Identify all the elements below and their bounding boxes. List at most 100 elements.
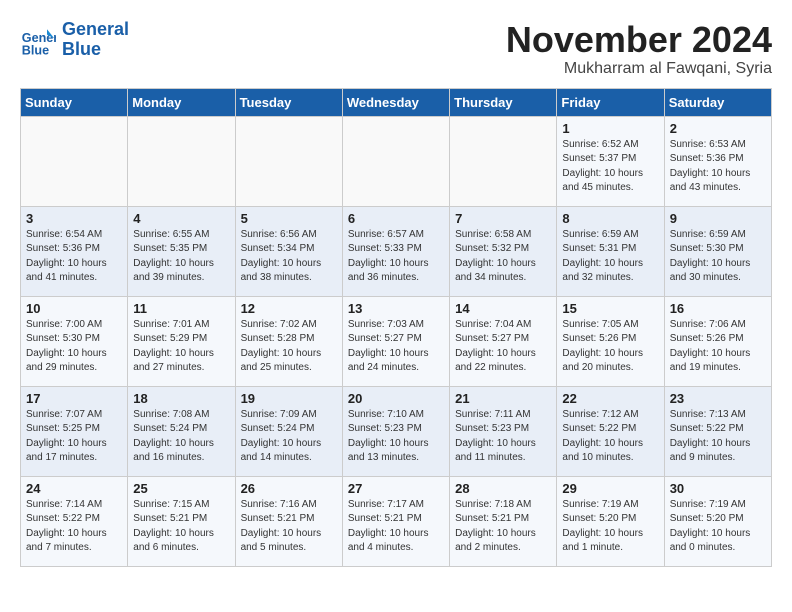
svg-text:Blue: Blue: [22, 43, 49, 57]
day-info: Sunrise: 7:09 AM Sunset: 5:24 PM Dayligh…: [241, 408, 337, 466]
day-number: 7: [455, 211, 551, 226]
calendar-day-19: 19 Sunrise: 7:09 AM Sunset: 5:24 PM Dayli…: [235, 386, 342, 476]
calendar-day-27: 27 Sunrise: 7:17 AM Sunset: 5:21 PM Dayli…: [342, 476, 449, 566]
calendar-day-5: 5 Sunrise: 6:56 AM Sunset: 5:34 PM Daylig…: [235, 206, 342, 296]
day-info: Sunrise: 7:13 AM Sunset: 5:22 PM Dayligh…: [670, 408, 766, 466]
calendar-day-empty: [450, 116, 557, 206]
day-info: Sunrise: 6:52 AM Sunset: 5:37 PM Dayligh…: [562, 138, 658, 196]
calendar-table: SundayMondayTuesdayWednesdayThursdayFrid…: [20, 88, 772, 567]
day-info: Sunrise: 6:54 AM Sunset: 5:36 PM Dayligh…: [26, 228, 122, 286]
title-block: November 2024 Mukharram al Fawqani, Syri…: [506, 20, 772, 78]
day-info: Sunrise: 7:19 AM Sunset: 5:20 PM Dayligh…: [562, 498, 658, 556]
day-number: 1: [562, 121, 658, 136]
page-header: General Blue General Blue November 2024 …: [20, 20, 772, 78]
calendar-day-10: 10 Sunrise: 7:00 AM Sunset: 5:30 PM Dayli…: [21, 296, 128, 386]
calendar-day-29: 29Sunrise: 7:19 AM Sunset: 5:20 PM Dayli…: [557, 476, 664, 566]
calendar-day-14: 14Sunrise: 7:04 AM Sunset: 5:27 PM Dayli…: [450, 296, 557, 386]
calendar-week-row: 1 Sunrise: 6:52 AM Sunset: 5:37 PM Daylig…: [21, 116, 772, 206]
day-number: 28: [455, 481, 551, 496]
day-info: Sunrise: 7:00 AM Sunset: 5:30 PM Dayligh…: [26, 318, 122, 376]
calendar-day-8: 8 Sunrise: 6:59 AM Sunset: 5:31 PM Daylig…: [557, 206, 664, 296]
weekday-header-sunday: Sunday: [21, 88, 128, 116]
day-number: 19: [241, 391, 337, 406]
day-info: Sunrise: 6:56 AM Sunset: 5:34 PM Dayligh…: [241, 228, 337, 286]
day-number: 2: [670, 121, 766, 136]
day-number: 14: [455, 301, 551, 316]
calendar-day-empty: [342, 116, 449, 206]
day-info: Sunrise: 6:57 AM Sunset: 5:33 PM Dayligh…: [348, 228, 444, 286]
day-info: Sunrise: 7:19 AM Sunset: 5:20 PM Dayligh…: [670, 498, 766, 556]
day-info: Sunrise: 6:55 AM Sunset: 5:35 PM Dayligh…: [133, 228, 229, 286]
day-info: Sunrise: 7:05 AM Sunset: 5:26 PM Dayligh…: [562, 318, 658, 376]
day-number: 8: [562, 211, 658, 226]
day-number: 6: [348, 211, 444, 226]
day-info: Sunrise: 7:18 AM Sunset: 5:21 PM Dayligh…: [455, 498, 551, 556]
day-number: 5: [241, 211, 337, 226]
calendar-day-empty: [128, 116, 235, 206]
day-number: 16: [670, 301, 766, 316]
calendar-title: November 2024: [506, 20, 772, 60]
calendar-week-row: 17Sunrise: 7:07 AM Sunset: 5:25 PM Dayli…: [21, 386, 772, 476]
day-number: 18: [133, 391, 229, 406]
day-number: 13: [348, 301, 444, 316]
calendar-day-6: 6 Sunrise: 6:57 AM Sunset: 5:33 PM Daylig…: [342, 206, 449, 296]
weekday-header-monday: Monday: [128, 88, 235, 116]
calendar-day-25: 25 Sunrise: 7:15 AM Sunset: 5:21 PM Dayli…: [128, 476, 235, 566]
calendar-day-20: 20 Sunrise: 7:10 AM Sunset: 5:23 PM Dayli…: [342, 386, 449, 476]
day-number: 10: [26, 301, 122, 316]
weekday-header-saturday: Saturday: [664, 88, 771, 116]
weekday-header-tuesday: Tuesday: [235, 88, 342, 116]
day-info: Sunrise: 6:59 AM Sunset: 5:30 PM Dayligh…: [670, 228, 766, 286]
calendar-day-11: 11 Sunrise: 7:01 AM Sunset: 5:29 PM Dayli…: [128, 296, 235, 386]
day-number: 22: [562, 391, 658, 406]
day-info: Sunrise: 7:16 AM Sunset: 5:21 PM Dayligh…: [241, 498, 337, 556]
logo-text: General Blue: [62, 20, 129, 60]
calendar-day-23: 23 Sunrise: 7:13 AM Sunset: 5:22 PM Dayli…: [664, 386, 771, 476]
weekday-header-row: SundayMondayTuesdayWednesdayThursdayFrid…: [21, 88, 772, 116]
day-number: 15: [562, 301, 658, 316]
day-number: 30: [670, 481, 766, 496]
calendar-day-empty: [21, 116, 128, 206]
weekday-header-wednesday: Wednesday: [342, 88, 449, 116]
day-number: 27: [348, 481, 444, 496]
logo-icon: General Blue: [20, 22, 56, 58]
day-number: 23: [670, 391, 766, 406]
calendar-day-17: 17Sunrise: 7:07 AM Sunset: 5:25 PM Dayli…: [21, 386, 128, 476]
day-info: Sunrise: 6:59 AM Sunset: 5:31 PM Dayligh…: [562, 228, 658, 286]
calendar-day-2: 2Sunrise: 6:53 AM Sunset: 5:36 PM Daylig…: [664, 116, 771, 206]
day-number: 11: [133, 301, 229, 316]
day-number: 25: [133, 481, 229, 496]
day-number: 3: [26, 211, 122, 226]
day-info: Sunrise: 7:15 AM Sunset: 5:21 PM Dayligh…: [133, 498, 229, 556]
calendar-subtitle: Mukharram al Fawqani, Syria: [506, 60, 772, 78]
day-number: 26: [241, 481, 337, 496]
day-number: 4: [133, 211, 229, 226]
calendar-day-18: 18 Sunrise: 7:08 AM Sunset: 5:24 PM Dayli…: [128, 386, 235, 476]
day-info: Sunrise: 6:58 AM Sunset: 5:32 PM Dayligh…: [455, 228, 551, 286]
day-info: Sunrise: 7:10 AM Sunset: 5:23 PM Dayligh…: [348, 408, 444, 466]
day-info: Sunrise: 7:17 AM Sunset: 5:21 PM Dayligh…: [348, 498, 444, 556]
day-number: 9: [670, 211, 766, 226]
calendar-day-9: 9 Sunrise: 6:59 AM Sunset: 5:30 PM Daylig…: [664, 206, 771, 296]
calendar-day-12: 12Sunrise: 7:02 AM Sunset: 5:28 PM Dayli…: [235, 296, 342, 386]
day-number: 24: [26, 481, 122, 496]
calendar-day-28: 28 Sunrise: 7:18 AM Sunset: 5:21 PM Dayli…: [450, 476, 557, 566]
day-number: 12: [241, 301, 337, 316]
day-number: 21: [455, 391, 551, 406]
calendar-week-row: 10 Sunrise: 7:00 AM Sunset: 5:30 PM Dayli…: [21, 296, 772, 386]
calendar-day-26: 26 Sunrise: 7:16 AM Sunset: 5:21 PM Dayli…: [235, 476, 342, 566]
day-info: Sunrise: 7:03 AM Sunset: 5:27 PM Dayligh…: [348, 318, 444, 376]
logo: General Blue General Blue: [20, 20, 129, 60]
day-number: 20: [348, 391, 444, 406]
calendar-day-16: 16Sunrise: 7:06 AM Sunset: 5:26 PM Dayli…: [664, 296, 771, 386]
calendar-week-row: 3 Sunrise: 6:54 AM Sunset: 5:36 PM Daylig…: [21, 206, 772, 296]
day-info: Sunrise: 7:01 AM Sunset: 5:29 PM Dayligh…: [133, 318, 229, 376]
day-info: Sunrise: 7:12 AM Sunset: 5:22 PM Dayligh…: [562, 408, 658, 466]
calendar-week-row: 24Sunrise: 7:14 AM Sunset: 5:22 PM Dayli…: [21, 476, 772, 566]
calendar-day-empty: [235, 116, 342, 206]
calendar-day-15: 15 Sunrise: 7:05 AM Sunset: 5:26 PM Dayli…: [557, 296, 664, 386]
weekday-header-thursday: Thursday: [450, 88, 557, 116]
day-info: Sunrise: 7:08 AM Sunset: 5:24 PM Dayligh…: [133, 408, 229, 466]
day-info: Sunrise: 7:07 AM Sunset: 5:25 PM Dayligh…: [26, 408, 122, 466]
calendar-day-22: 22 Sunrise: 7:12 AM Sunset: 5:22 PM Dayli…: [557, 386, 664, 476]
